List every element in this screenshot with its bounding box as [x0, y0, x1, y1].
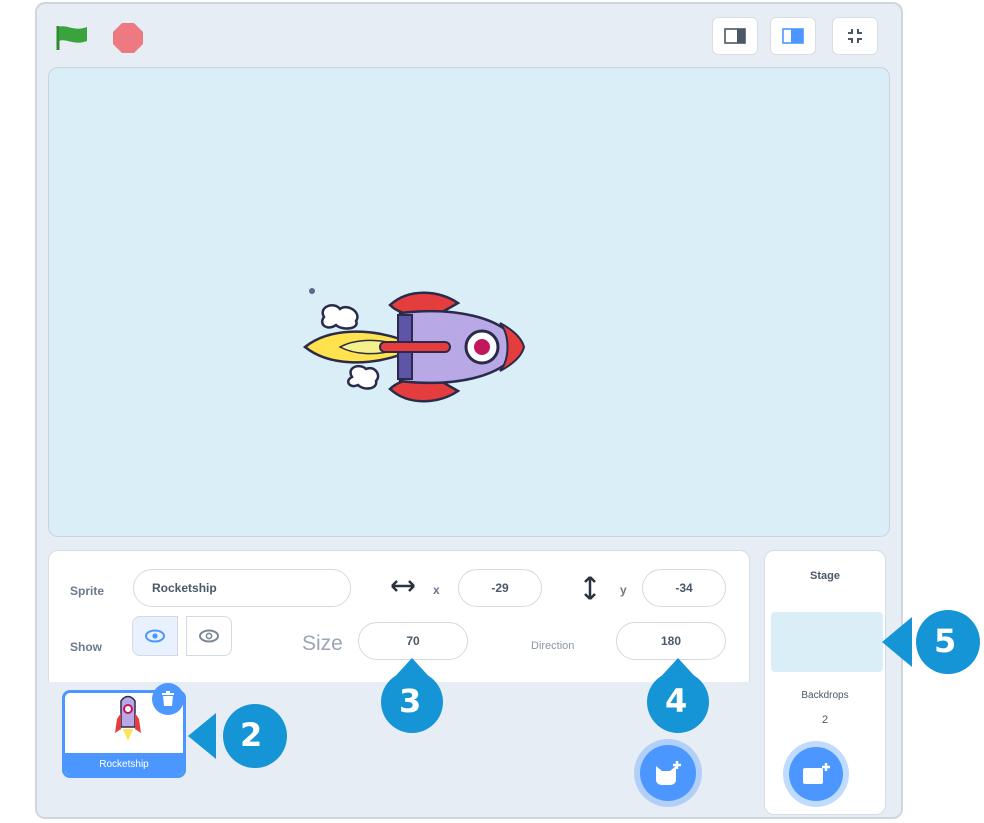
- stop-icon[interactable]: [112, 22, 144, 54]
- direction-input[interactable]: 180: [616, 622, 726, 660]
- sprite-name-field[interactable]: Rocketship: [133, 569, 351, 607]
- delete-sprite-button[interactable]: [152, 683, 184, 715]
- small-stage-icon: [724, 28, 746, 44]
- callout-4: 4: [636, 658, 720, 734]
- size-label: Size: [302, 632, 343, 655]
- hide-sprite-button[interactable]: [186, 616, 232, 656]
- choose-sprite-button[interactable]: [640, 745, 696, 801]
- stage-thumbnail[interactable]: [771, 612, 883, 672]
- callout-3: 3: [370, 658, 454, 734]
- sprite-label: Sprite: [70, 584, 105, 598]
- direction-label: Direction: [531, 640, 575, 652]
- normal-stage-icon: [782, 28, 804, 44]
- trash-icon: [162, 691, 174, 706]
- show-sprite-button[interactable]: [132, 616, 178, 656]
- x-label: x: [433, 583, 440, 597]
- backdrops-label: Backdrops: [801, 690, 849, 701]
- fullscreen-button[interactable]: [832, 17, 878, 55]
- show-label: Show: [70, 640, 102, 654]
- add-sprite-icon: [656, 761, 681, 785]
- choose-backdrop-button[interactable]: [789, 747, 843, 801]
- y-input[interactable]: -34: [642, 569, 726, 607]
- callout-3-number: 3: [399, 682, 422, 720]
- small-stage-button[interactable]: [712, 17, 758, 55]
- fullscreen-icon: [848, 29, 862, 43]
- y-position-icon: [583, 575, 597, 606]
- callout-5-number: 5: [934, 622, 957, 660]
- callout-2-number: 2: [240, 716, 263, 754]
- stage-title: Stage: [810, 570, 840, 582]
- x-position-icon: [390, 579, 416, 598]
- green-flag-icon[interactable]: [55, 24, 89, 50]
- sprite-thumbnail-name: Rocketship: [65, 753, 183, 775]
- eye-closed-icon: [199, 629, 219, 643]
- backdrops-count: 2: [821, 714, 829, 726]
- rocketship-sprite[interactable]: [300, 287, 540, 407]
- y-label: y: [620, 583, 627, 597]
- x-input[interactable]: -29: [458, 569, 542, 607]
- callout-2: 2: [188, 703, 296, 769]
- add-backdrop-icon: [803, 763, 830, 784]
- eye-open-icon: [145, 629, 165, 643]
- size-input[interactable]: 70: [358, 622, 468, 660]
- callout-5: 5: [882, 609, 982, 675]
- callout-4-number: 4: [665, 682, 688, 720]
- normal-stage-button[interactable]: [770, 17, 816, 55]
